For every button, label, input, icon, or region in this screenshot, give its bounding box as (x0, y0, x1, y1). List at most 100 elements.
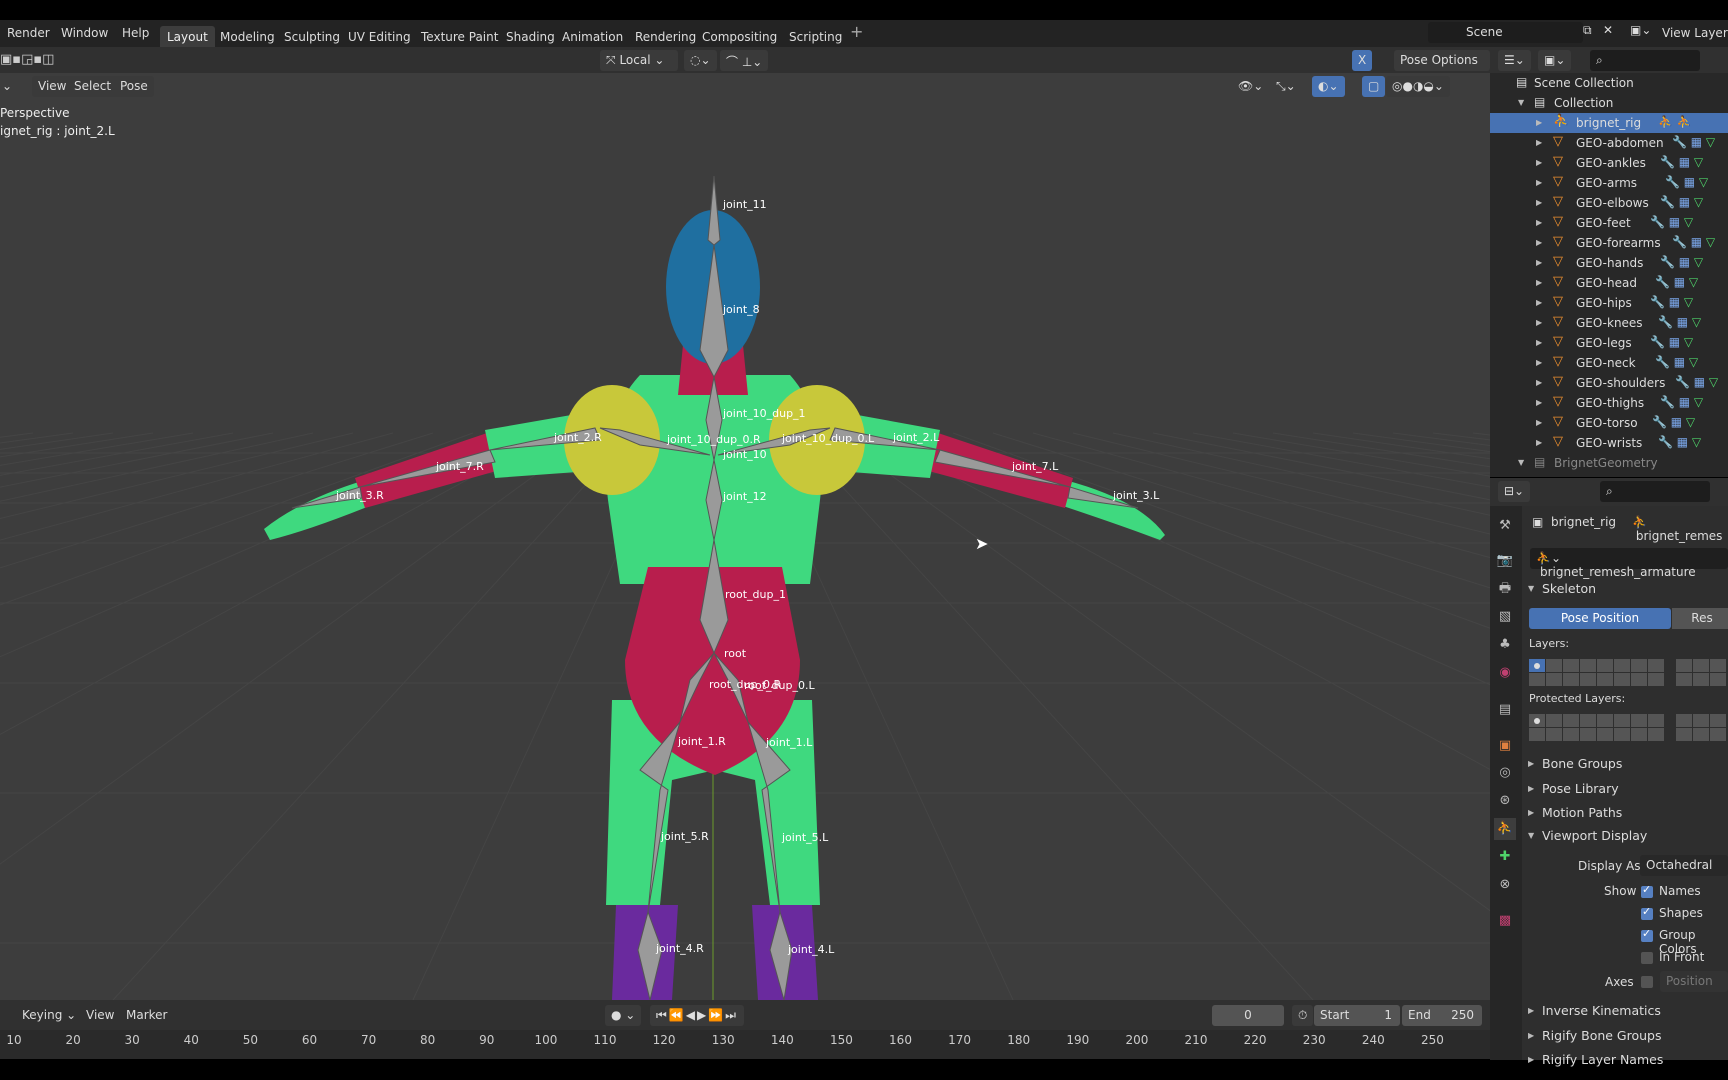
show-shapes-checkbox[interactable] (1641, 905, 1653, 920)
layer-cell[interactable] (1546, 714, 1562, 727)
armature-data-icon[interactable]: ⛹ (1494, 818, 1516, 840)
modifier-icon[interactable]: 🔧 ▦ ▽ (1650, 335, 1693, 349)
add-workspace-icon[interactable]: + (850, 22, 863, 41)
section-rigify-bone-groups[interactable]: ▶ Rigify Bone Groups (1522, 1025, 1728, 1047)
world-icon[interactable]: ◉ (1494, 662, 1516, 684)
layer-cell[interactable] (1597, 714, 1613, 727)
layer-cell[interactable] (1710, 728, 1726, 741)
show-names-checkbox[interactable] (1641, 883, 1653, 898)
outliner-item-geo-legs[interactable]: ▶ ▽ GEO-legs 🔧 ▦ ▽ (1490, 333, 1728, 353)
modifier-icon[interactable]: 🔧 ▦ ▽ (1658, 435, 1701, 449)
layer-cell[interactable] (1597, 659, 1613, 672)
timeline-marker-menu[interactable]: Marker (120, 1005, 173, 1026)
layer-cell[interactable] (1631, 673, 1647, 686)
outliner-item-brignetgeometry[interactable]: ▼ ▤ BrignetGeometry (1490, 453, 1728, 473)
visibility-dropdown[interactable]: 👁⌄ (1232, 76, 1269, 97)
tab-texture-paint[interactable]: Texture Paint (414, 26, 505, 48)
layer-cell[interactable] (1614, 714, 1630, 727)
layer-cell[interactable] (1631, 728, 1647, 741)
layer-cell[interactable] (1693, 728, 1709, 741)
outliner-item-geo-shoulders[interactable]: ▶ ▽ GEO-shoulders 🔧 ▦ ▽ (1490, 373, 1728, 393)
section-viewport-display[interactable]: ▼ Viewport Display (1522, 825, 1728, 847)
expand-icon[interactable]: ▶ (1536, 278, 1542, 287)
modifier-icon[interactable]: 🔧 ▦ ▽ (1660, 395, 1703, 409)
outliner-item-geo-elbows[interactable]: ▶ ▽ GEO-elbows 🔧 ▦ ▽ (1490, 193, 1728, 213)
display-as-dropdown[interactable]: Octahedral (1640, 855, 1728, 876)
outliner-item-geo-wrists[interactable]: ▶ ▽ GEO-wrists 🔧 ▦ ▽ (1490, 433, 1728, 453)
modifier-icon[interactable]: 🔧 ▦ ▽ (1672, 235, 1715, 249)
section-bone-groups[interactable]: ▶ Bone Groups (1522, 753, 1728, 775)
layer-cell[interactable] (1676, 673, 1692, 686)
properties-search[interactable]: ⌕ (1600, 481, 1710, 502)
layer-cell[interactable] (1614, 728, 1630, 741)
tab-rendering[interactable]: Rendering (628, 26, 703, 48)
object-icon[interactable]: ▣ (1494, 735, 1516, 757)
outliner-search[interactable]: ⌕ (1590, 50, 1700, 71)
auto-keying-toggle[interactable]: ● ⌄ (605, 1005, 642, 1026)
expand-icon[interactable]: ▶ (1536, 418, 1542, 427)
menu-help[interactable]: Help (122, 26, 149, 40)
transform-orientation-dropdown[interactable]: ⤧ Local ⌄ (600, 50, 678, 71)
pose-icon[interactable]: ⛹ ⛹ (1658, 115, 1692, 129)
expand-icon[interactable]: ▶ (1536, 358, 1542, 367)
layer-cell[interactable] (1580, 728, 1596, 741)
layer-cell[interactable] (1546, 673, 1562, 686)
axes-position-field[interactable]: Position (1660, 971, 1728, 992)
layer-cell[interactable] (1529, 659, 1545, 672)
layer-cell[interactable] (1614, 659, 1630, 672)
render-icon[interactable]: 📷 (1494, 550, 1516, 572)
layer-cell[interactable] (1693, 659, 1709, 672)
menu-view[interactable]: View (32, 76, 73, 97)
pose-position-button[interactable]: Pose Position (1529, 608, 1671, 629)
x-mirror-toggle[interactable]: X (1352, 50, 1373, 71)
texture-icon[interactable]: ▩ (1494, 910, 1516, 932)
section-skeleton[interactable]: ▼ Skeleton (1522, 578, 1728, 600)
output-icon[interactable]: 🖶 (1494, 578, 1516, 600)
tab-modeling[interactable]: Modeling (213, 26, 282, 48)
layer-cell[interactable] (1676, 714, 1692, 727)
layer-cell[interactable] (1693, 673, 1709, 686)
expand-icon[interactable]: ▶ (1536, 258, 1542, 267)
layer-cell[interactable] (1546, 659, 1562, 672)
outliner-item-geo-hips[interactable]: ▶ ▽ GEO-hips 🔧 ▦ ▽ (1490, 293, 1728, 313)
outliner-item-geo-torso[interactable]: ▶ ▽ GEO-torso 🔧 ▦ ▽ (1490, 413, 1728, 433)
layers-grid-2[interactable] (1676, 659, 1726, 686)
layer-cell[interactable] (1648, 714, 1664, 727)
layer-cell[interactable] (1710, 659, 1726, 672)
preview-range-toggle[interactable]: ⏱ (1292, 1005, 1314, 1026)
layer-cell[interactable] (1580, 659, 1596, 672)
outliner-item-geo-knees[interactable]: ▶ ▽ GEO-knees 🔧 ▦ ▽ (1490, 313, 1728, 333)
expand-icon[interactable]: ▶ (1536, 218, 1542, 227)
modifier-icon[interactable]: 🔧 ▦ ▽ (1658, 315, 1701, 329)
show-in-front-checkbox[interactable] (1641, 952, 1653, 964)
expand-icon[interactable]: ▶ (1536, 178, 1542, 187)
bone-icon[interactable]: ✚ (1494, 846, 1516, 868)
expand-icon[interactable]: ▶ (1536, 118, 1542, 127)
modifier-icon[interactable]: 🔧 ▦ ▽ (1665, 175, 1708, 189)
expand-icon[interactable]: ▶ (1536, 298, 1542, 307)
view-layer-name[interactable]: View Layer (1662, 26, 1728, 40)
shading-modes[interactable]: ◎●◑◒⌄ (1386, 76, 1450, 97)
layer-cell[interactable] (1597, 673, 1613, 686)
menu-render[interactable]: Render (7, 26, 50, 40)
expand-icon[interactable]: ▶ (1536, 198, 1542, 207)
pivot-dropdown[interactable]: ◌⌄ (684, 50, 717, 71)
layer-cell[interactable] (1597, 728, 1613, 741)
layer-cell[interactable] (1580, 673, 1596, 686)
tab-layout[interactable]: Layout (160, 26, 215, 48)
constraints-icon[interactable]: ⊛ (1494, 790, 1516, 812)
expand-icon[interactable]: ▶ (1536, 238, 1542, 247)
collection-icon[interactable]: ▤ (1494, 699, 1516, 721)
filter-dropdown[interactable]: ▣⌄ (1538, 50, 1572, 71)
section-inverse-kinematics[interactable]: ▶ Inverse Kinematics (1522, 1000, 1728, 1022)
modifier-icon[interactable]: 🔧 ▦ ▽ (1652, 415, 1695, 429)
keying-dropdown[interactable]: Keying ⌄ (16, 1005, 82, 1026)
layer-cell[interactable] (1693, 714, 1709, 727)
scene-selector[interactable]: Scene (1428, 22, 1583, 43)
outliner-item-geo-hands[interactable]: ▶ ▽ GEO-hands 🔧 ▦ ▽ (1490, 253, 1728, 273)
protected-layers-grid[interactable] (1529, 714, 1664, 741)
pose-options-dropdown[interactable]: Pose Options ⌄ (1394, 50, 1490, 81)
xray-toggle[interactable]: ▢ (1362, 76, 1386, 97)
expand-icon[interactable]: ▶ (1536, 378, 1542, 387)
display-mode-dropdown[interactable]: ☰⌄ (1498, 50, 1531, 71)
